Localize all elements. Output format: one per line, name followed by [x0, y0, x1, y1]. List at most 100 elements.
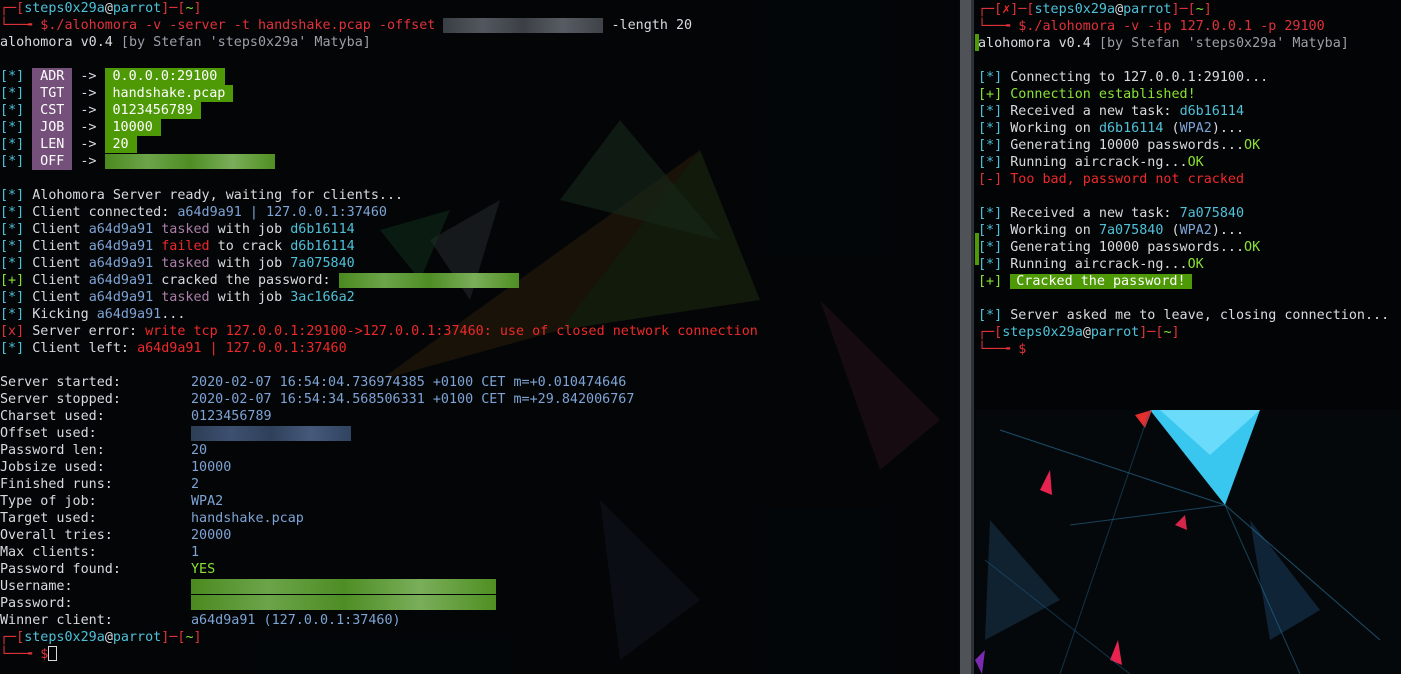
summary-key: Type of job:	[0, 494, 97, 509]
log-line: [*] Working on d6b16114 (WPA2)...	[978, 120, 1244, 137]
banner-author: [by Stefan 'steps0x29a' Matyba]	[112, 35, 371, 50]
pane-divider-handle	[971, 0, 974, 674]
redacted-offset	[443, 18, 604, 33]
tag-info: [*]	[978, 223, 1003, 238]
param-label: JOB	[32, 119, 73, 136]
tag-info: [*]	[978, 308, 1003, 323]
client-terminal-pane[interactable]: ┌─[✗]─[steps0x29a@parrot]─[~] └──╼ $./al…	[975, 0, 1401, 410]
log-status: tasked	[161, 290, 210, 305]
summary-key: Winner client:	[0, 613, 113, 628]
summary-value: 2020-02-07 16:54:04.736974385 +0100 CET …	[191, 375, 627, 390]
tag-info: [*]	[0, 120, 25, 135]
log-text: Received a new task:	[1010, 206, 1180, 221]
log-line: [*] Received a new task: d6b16114	[978, 103, 1244, 120]
log-job: 7a075840	[290, 256, 355, 271]
tag-info: [*]	[978, 206, 1003, 221]
log-text: Generating 10000 passwords...	[1010, 240, 1245, 255]
summary-key: Target used:	[0, 511, 97, 526]
log-text: cracked the password:	[153, 273, 339, 288]
summary-key: Jobsize used:	[0, 460, 105, 475]
summary-row: Server started: 2020-02-07 16:54:04.73697…	[0, 374, 626, 391]
input-line[interactable]: └──╼ $	[978, 341, 1026, 358]
log-text: Server asked me to leave, closing connec…	[1010, 308, 1390, 323]
log-text: ...	[161, 307, 186, 322]
prompt-bracket: ┌─[	[978, 2, 1003, 17]
log-text: Server error:	[32, 324, 146, 339]
log-line: [*] Client a64d9a91 tasked with job 3ac1…	[0, 289, 355, 306]
summary-row: Type of job: WPA2	[0, 493, 223, 510]
summary-key: Username:	[0, 579, 73, 594]
server-terminal-pane[interactable]: ┌─[steps0x29a@parrot]─[~] └──╼ $./alohom…	[0, 0, 959, 674]
tag-info: [*]	[978, 155, 1003, 170]
tag-info: [*]	[0, 290, 25, 305]
summary-key: Server started:	[0, 375, 121, 390]
summary-row: Offset used:	[0, 425, 351, 442]
log-ok: OK	[1244, 240, 1261, 255]
log-text: )...	[1211, 223, 1245, 238]
summary-row: Password found: YES	[0, 561, 215, 578]
log-line: [*] Client a64d9a91 tasked with job 7a07…	[0, 255, 355, 272]
log-ok: OK	[1244, 138, 1261, 153]
summary-row: Password:	[0, 595, 496, 612]
input-line[interactable]: └──╼ $	[0, 646, 58, 663]
tag-info: [*]	[0, 307, 25, 322]
banner-line: alohomora v0.4 [by Stefan 'steps0x29a' M…	[978, 35, 1349, 52]
log-status: failed	[161, 239, 210, 254]
tag-info: [*]	[978, 121, 1003, 136]
redacted-offset-used	[191, 426, 351, 441]
summary-value: 20	[191, 443, 208, 458]
log-type: WPA2	[1179, 121, 1212, 136]
param-value: 10000	[104, 119, 161, 136]
tag-info: [*]	[0, 256, 25, 271]
summary-key: Charset used:	[0, 409, 105, 424]
terminal-cursor[interactable]	[48, 646, 58, 661]
tag-error: [x]	[0, 324, 25, 339]
tag-info: [*]	[0, 69, 25, 84]
log-ok: OK	[1187, 155, 1204, 170]
log-line: [*] Running aircrack-ng...OK	[978, 154, 1204, 171]
summary-value: handshake.pcap	[191, 511, 304, 526]
prompt-bracket: ]─[	[161, 1, 186, 16]
prompt-bracket: ]	[193, 630, 202, 645]
log-client: a64d9a91	[88, 239, 154, 254]
log-line: [*] Generating 10000 passwords...OK	[978, 137, 1260, 154]
prompt-at: @	[104, 1, 113, 16]
param-value: handshake.pcap	[104, 85, 234, 102]
summary-key: Password found:	[0, 562, 121, 577]
log-client: a64d9a91	[96, 307, 162, 322]
log-line: [+] Cracked the password!	[978, 273, 1192, 290]
prompt-dir: ~	[1195, 2, 1204, 17]
log-job: d6b16114	[290, 239, 355, 254]
prompt-dir: ~	[185, 1, 194, 16]
tag-info: [*]	[0, 222, 25, 237]
prompt-user: steps0x29a	[24, 1, 105, 16]
prompt-line: ┌─[steps0x29a@parrot]─[~]	[0, 0, 202, 17]
tag-info: [*]	[978, 138, 1003, 153]
command-text: -length 20	[603, 18, 693, 33]
param-line: [*] JOB -> 10000	[0, 119, 161, 136]
summary-row: Server stopped: 2020-02-07 16:54:34.56850…	[0, 391, 634, 408]
redacted-password	[338, 273, 519, 288]
log-text: Connecting to 127.0.0.1:29100...	[1010, 70, 1269, 85]
param-line: [*] CST -> 0123456789	[0, 102, 202, 119]
log-client: a64d9a91 | 127.0.0.1:37460	[137, 341, 347, 356]
summary-value: 20000	[191, 528, 232, 543]
summary-key: Offset used:	[0, 426, 97, 441]
log-success: Connection established!	[1010, 87, 1196, 102]
summary-row: Username:	[0, 578, 496, 595]
log-text: Running aircrack-ng...	[1010, 257, 1188, 272]
log-error: Too bad, password not cracked	[1010, 172, 1245, 187]
summary-key: Overall tries:	[0, 528, 113, 543]
log-text: Client	[32, 222, 89, 237]
log-line: [*] Client left: a64d9a91 | 127.0.0.1:37…	[0, 340, 347, 357]
param-arrow: ->	[80, 137, 97, 152]
prompt-bracket: ┌─[	[0, 630, 25, 645]
prompt-host: parrot	[1123, 2, 1172, 17]
param-line: [*] OFF ->	[0, 153, 275, 170]
log-text: with job	[209, 290, 291, 305]
param-label: CST	[32, 102, 73, 119]
tag-info: [*]	[0, 103, 25, 118]
summary-row: Max clients: 1	[0, 544, 199, 561]
prompt-bracket: ┌─[	[0, 1, 25, 16]
param-value: 0123456789	[104, 102, 202, 119]
